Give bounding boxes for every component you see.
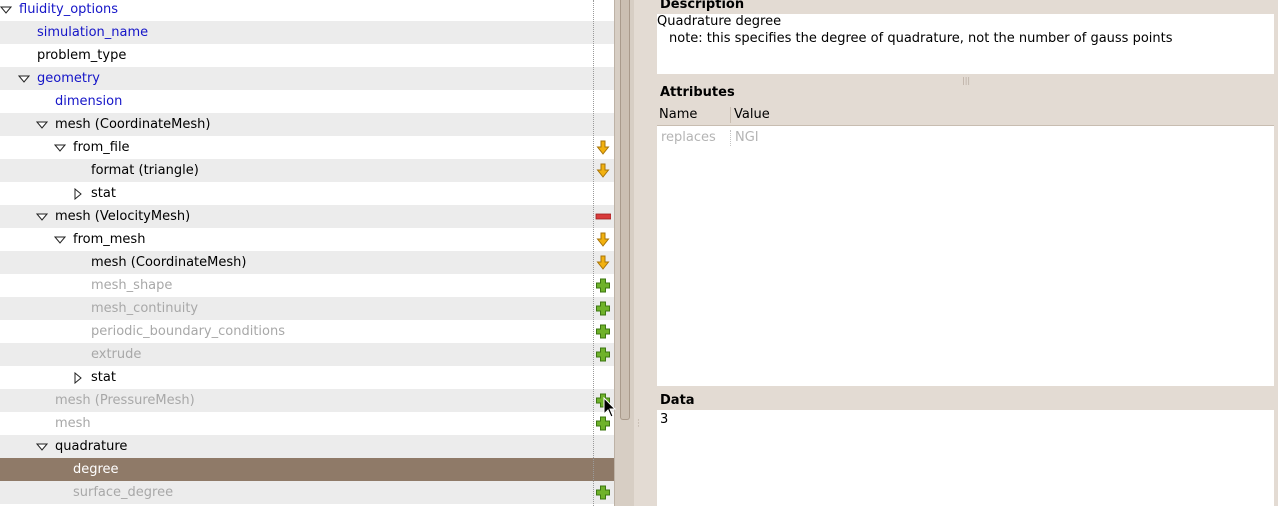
description-box: Quadrature degree note: this specifies t… <box>657 14 1274 74</box>
tree-row[interactable]: fluidity_options <box>0 0 614 21</box>
tree-row-label: mesh (PressureMesh) <box>55 393 195 408</box>
attributes-col-value[interactable]: Value <box>734 107 770 122</box>
tree-row-label: mesh <box>55 416 91 431</box>
tree-row-label: quadrature <box>55 439 128 454</box>
tree-row-label: mesh (CoordinateMesh) <box>55 117 211 132</box>
tree-row-label: mesh (CoordinateMesh) <box>91 255 247 270</box>
data-heading: Data <box>660 393 695 408</box>
tree-row-label: format (triangle) <box>91 163 199 178</box>
attributes-header: Name Value <box>657 105 1274 126</box>
tree-row[interactable]: geometry <box>0 67 614 90</box>
tree-scrollbar[interactable] <box>614 0 634 506</box>
attributes-col-name[interactable]: Name <box>659 107 697 122</box>
tree-row-label: stat <box>91 370 116 385</box>
details-panel: Description Quadrature degree note: this… <box>657 0 1278 506</box>
tree-row[interactable]: from_file <box>0 136 614 159</box>
remove-node-icon[interactable] <box>595 209 611 224</box>
tree-row-label: simulation_name <box>37 25 149 40</box>
expander-open-icon[interactable] <box>0 0 12 21</box>
expander-open-icon[interactable] <box>36 205 48 228</box>
tree-row-label: surface_degree <box>73 485 174 500</box>
tree-row[interactable]: mesh_continuity <box>0 297 614 320</box>
tree-row-label: geometry <box>37 71 101 86</box>
choice-arrow-icon[interactable] <box>595 140 611 155</box>
tree-row[interactable]: simulation_name <box>0 21 614 44</box>
pane-splitter[interactable]: · · · <box>634 0 657 506</box>
add-node-icon[interactable] <box>595 278 611 293</box>
tree-row[interactable]: mesh (VelocityMesh) <box>0 205 614 228</box>
attributes-header-separator <box>730 107 731 123</box>
tree-row[interactable]: mesh <box>0 412 614 435</box>
tree-row[interactable]: mesh (CoordinateMesh) <box>0 113 614 136</box>
tree-row-label: mesh_continuity <box>91 301 199 316</box>
choice-arrow-icon[interactable] <box>595 255 611 270</box>
tree-row[interactable]: from_mesh <box>0 228 614 251</box>
data-field[interactable]: 3 <box>657 410 1274 506</box>
tree-row[interactable]: mesh (PressureMesh) <box>0 389 614 412</box>
scrollbar-thumb[interactable] <box>620 0 630 420</box>
add-node-icon[interactable] <box>595 347 611 362</box>
tree-row-label: degree <box>73 462 119 477</box>
tree-row[interactable]: mesh_shape <box>0 274 614 297</box>
tree-row-label: extrude <box>91 347 142 362</box>
expander-closed-icon[interactable] <box>72 366 84 389</box>
data-value[interactable]: 3 <box>660 412 668 427</box>
tree-row-label: stat <box>91 186 116 201</box>
tree-row[interactable]: dimension <box>0 90 614 113</box>
description-resize-grip[interactable]: ||| <box>962 76 970 85</box>
expander-open-icon[interactable] <box>18 67 30 90</box>
tree-row-label: mesh_shape <box>91 278 173 293</box>
expander-open-icon[interactable] <box>36 113 48 136</box>
expander-closed-icon[interactable] <box>72 182 84 205</box>
add-node-icon[interactable] <box>595 301 611 316</box>
tree-row[interactable]: quadrature <box>0 435 614 458</box>
splitter-grip[interactable]: · · · <box>637 417 640 432</box>
attributes-table[interactable]: replaces NGI <box>657 126 1274 386</box>
tree-column-divider <box>593 0 594 506</box>
tree-row-label: fluidity_options <box>19 2 119 17</box>
choice-arrow-icon[interactable] <box>595 163 611 178</box>
description-heading: Description <box>660 0 745 12</box>
attributes-heading: Attributes <box>660 85 735 100</box>
attribute-value[interactable]: NGI <box>735 130 759 145</box>
tree-row[interactable]: surface_degree <box>0 481 614 504</box>
description-title: Quadrature degree <box>657 14 782 29</box>
tree-row[interactable]: format (triangle) <box>0 159 614 182</box>
tree-row-label: periodic_boundary_conditions <box>91 324 285 339</box>
description-note: note: this specifies the degree of quadr… <box>669 31 1173 46</box>
tree-row[interactable]: stat <box>0 366 614 389</box>
attribute-name: replaces <box>661 130 716 145</box>
tree-row-selected[interactable]: degree <box>0 458 614 481</box>
expander-open-icon[interactable] <box>54 136 66 159</box>
tree-row[interactable]: stat <box>0 182 614 205</box>
add-node-icon[interactable] <box>595 324 611 339</box>
tree-row-label: problem_type <box>37 48 127 63</box>
tree-row-label: dimension <box>55 94 123 109</box>
tree-row[interactable]: problem_type <box>0 44 614 67</box>
add-node-icon[interactable] <box>595 485 611 500</box>
choice-arrow-icon[interactable] <box>595 232 611 247</box>
attribute-row-divider <box>730 130 731 146</box>
tree-row-label: mesh (VelocityMesh) <box>55 209 191 224</box>
tree-row-label: from_mesh <box>73 232 146 247</box>
tree-row[interactable]: extrude <box>0 343 614 366</box>
expander-open-icon[interactable] <box>54 228 66 251</box>
mouse-pointer-icon <box>603 397 617 418</box>
expander-open-icon[interactable] <box>36 435 48 458</box>
options-tree[interactable]: fluidity_options simulation_name problem_t… <box>0 0 614 506</box>
tree-row[interactable]: periodic_boundary_conditions <box>0 320 614 343</box>
tree-row[interactable]: mesh (CoordinateMesh) <box>0 251 614 274</box>
tree-row-label: from_file <box>73 140 130 155</box>
